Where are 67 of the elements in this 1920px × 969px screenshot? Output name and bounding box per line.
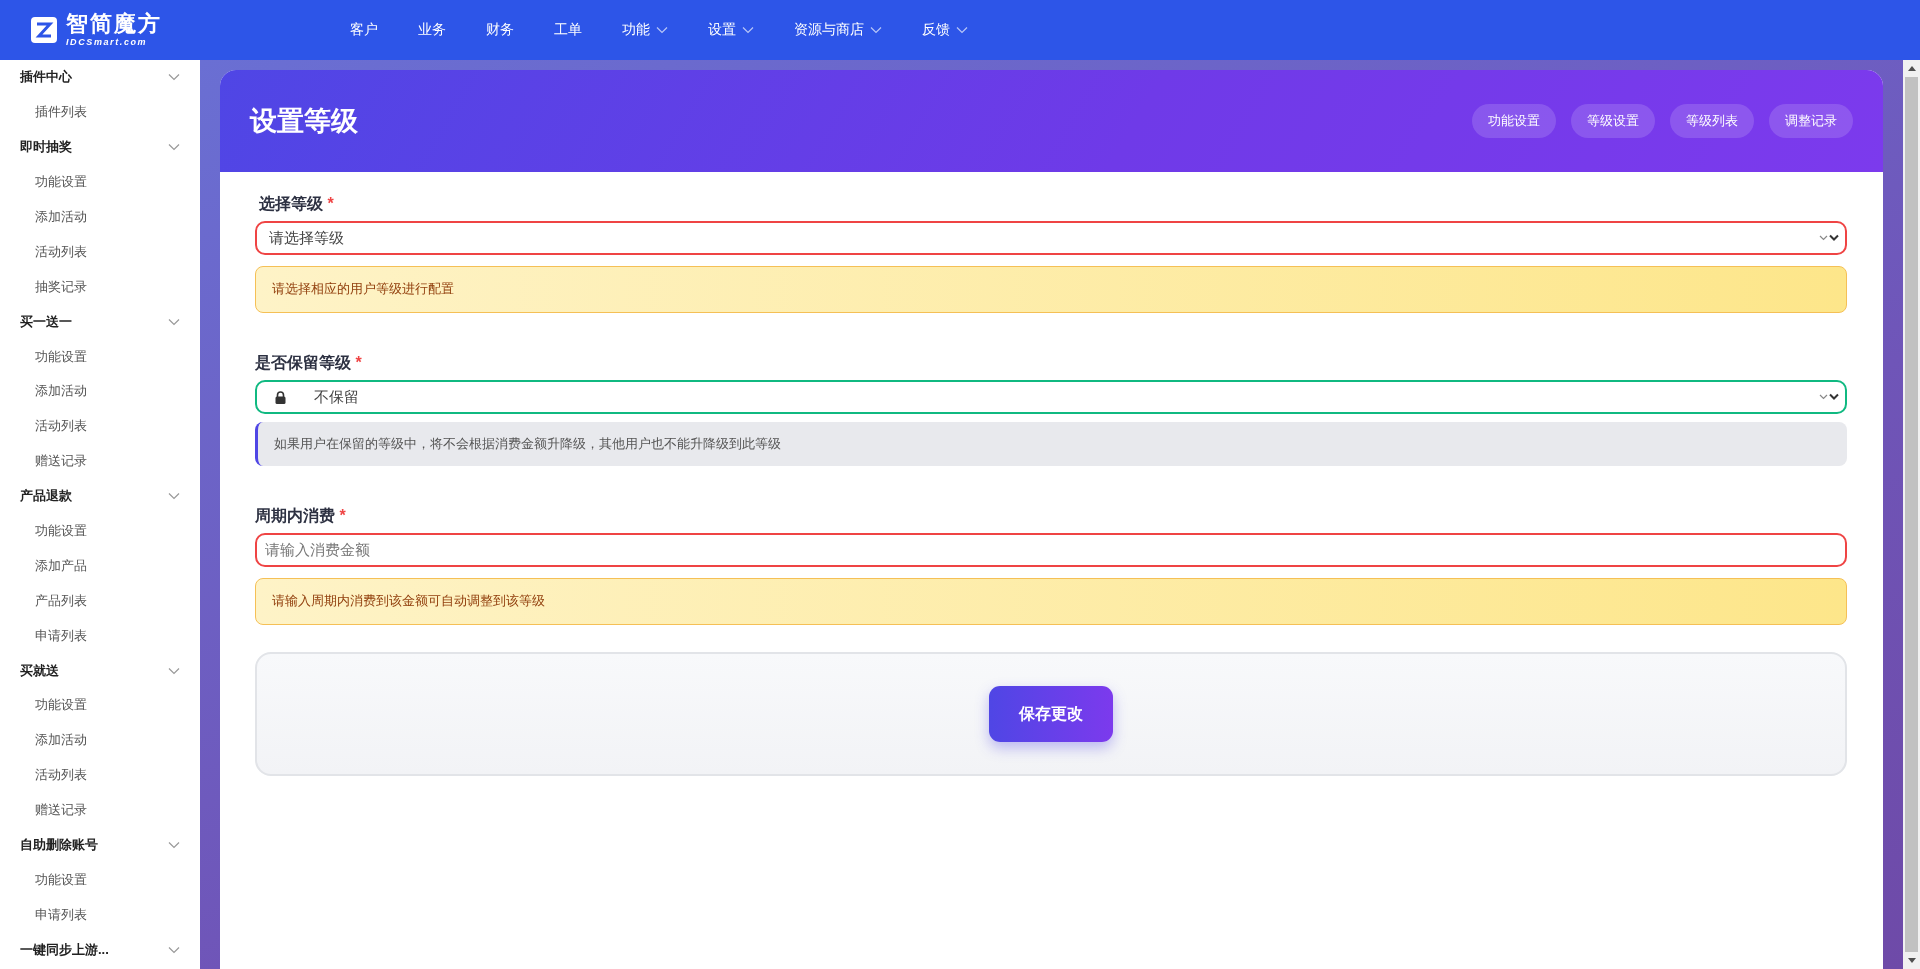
sidebar-item[interactable]: 活动列表 [0,234,200,270]
sidebar-item[interactable]: 功能设置 [0,862,200,898]
sidebar-item[interactable]: 添加活动 [0,722,200,758]
nav-menu-item[interactable]: 反馈 [902,0,988,60]
sidebar-group-label: 即时抽奖 [20,138,72,157]
sidebar-group-label: 买就送 [20,661,59,680]
nav-menu-item[interactable]: 资源与商店 [774,0,902,60]
sidebar-item[interactable]: 添加活动 [0,374,200,409]
sidebar-group-label: 自助删除账号 [20,836,98,855]
warning-alert: 请输入周期内消费到该金额可自动调整到该等级 [255,578,1847,625]
input-field[interactable]: 请输入消费金额 [255,533,1847,567]
sidebar-group-label: 买一送一 [20,312,72,331]
page-title: 设置等级 [250,105,358,138]
sidebar-group-label: 插件中心 [20,68,72,87]
sidebar-item[interactable]: 功能设置 [0,164,200,200]
sidebar-item[interactable]: 申请列表 [0,618,200,654]
dropdown-arrow-icon [1819,393,1839,401]
save-button[interactable]: 保存更改 [989,686,1113,742]
field-label: 是否保留等级 * [255,353,363,373]
required-asterisk: * [327,195,334,212]
sidebar-group[interactable]: 产品退款 [0,478,200,514]
field-label: 周期内消费 * [255,506,347,526]
sidebar-group[interactable]: 买就送 [0,653,200,689]
nav-menu-item[interactable]: 财务 [466,0,534,60]
logo-name: 智简魔方 [66,13,162,35]
required-asterisk: * [339,507,346,524]
sidebar-item[interactable]: 功能设置 [0,339,200,374]
sidebar-item[interactable]: 产品列表 [0,583,200,619]
field-label: 选择等级 * [259,194,335,214]
required-asterisk: * [355,354,362,371]
sidebar-group[interactable]: 即时抽奖 [0,129,200,165]
sidebar-item[interactable]: 功能设置 [0,688,200,723]
sidebar-item[interactable]: 功能设置 [0,513,200,549]
nav-menu-item[interactable]: 业务 [398,0,466,60]
sidebar-group-label: 一键同步上游... [20,940,109,959]
sidebar-item[interactable]: 添加活动 [0,199,200,235]
header-link-button[interactable]: 等级设置 [1571,104,1655,138]
nav-menu-item[interactable]: 设置 [688,0,774,60]
sidebar-item[interactable]: 抽奖记录 [0,269,200,305]
header-link-button[interactable]: 等级列表 [1670,104,1754,138]
sidebar-item[interactable]: 插件列表 [0,94,200,130]
header-link-button[interactable]: 调整记录 [1769,104,1853,138]
logo-tagline: IDCSmart.com [66,38,149,47]
dropdown-arrow-icon [1819,234,1839,242]
scroll-up-icon[interactable] [1907,66,1916,71]
sidebar-group[interactable]: 插件中心 [0,60,200,95]
sidebar-item[interactable]: 添加产品 [0,548,200,584]
nav-menu-item[interactable]: 工单 [534,0,602,60]
sidebar-item[interactable]: 赠送记录 [0,443,200,479]
info-note: 如果用户在保留的等级中，将不会根据消费金额升降级，其他用户也不能升降级到此等级 [255,422,1847,466]
header-link-button[interactable]: 功能设置 [1472,104,1556,138]
select-field[interactable]: 不保留 [255,380,1847,414]
logo-icon [30,16,58,44]
scroll-down-icon[interactable] [1907,958,1916,963]
nav-menu-item[interactable]: 客户 [330,0,398,60]
sidebar-item[interactable]: 赠送记录 [0,792,200,828]
sidebar-item[interactable]: 活动列表 [0,757,200,793]
sidebar-item[interactable]: 申请列表 [0,897,200,933]
sidebar-group[interactable]: 买一送一 [0,304,200,340]
sidebar-group[interactable]: 自助删除账号 [0,827,200,863]
sidebar-group[interactable]: 一键同步上游... [0,932,200,968]
warning-alert: 请选择相应的用户等级进行配置 [255,266,1847,313]
sidebar-group-label: 产品退款 [20,487,72,506]
nav-menu-item[interactable]: 功能 [602,0,688,60]
select-field[interactable]: 请选择等级 [255,221,1847,255]
sidebar-item[interactable]: 活动列表 [0,408,200,444]
scrollbar-thumb[interactable] [1905,77,1918,952]
